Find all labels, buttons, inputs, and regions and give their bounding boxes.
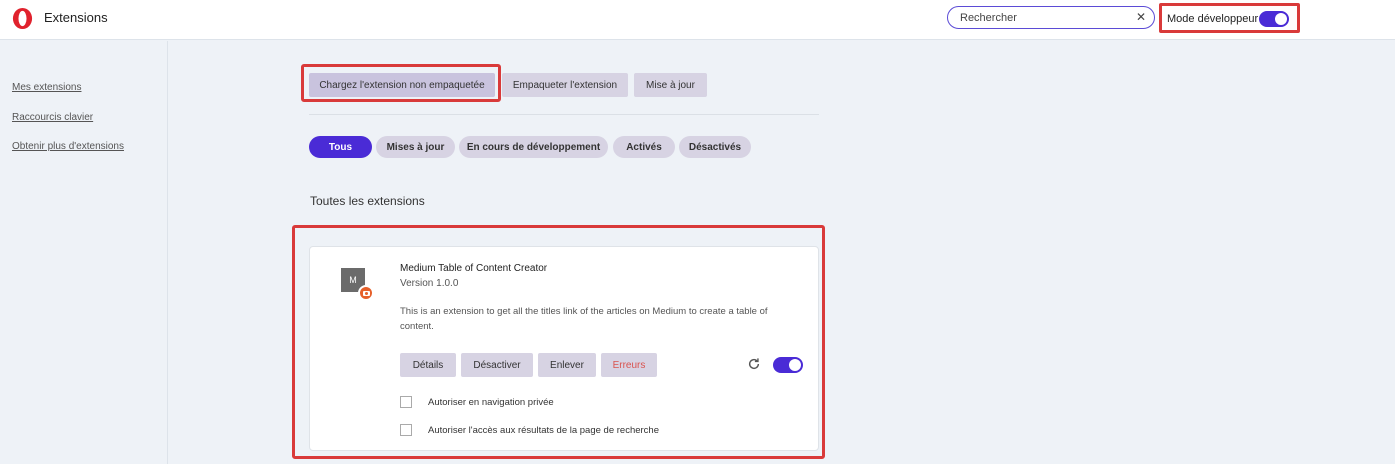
section-title: Toutes les extensions [310,194,425,208]
extension-name: Medium Table of Content Creator [400,263,548,274]
filter-all[interactable]: Tous [309,136,372,158]
update-button[interactable]: Mise à jour [634,73,707,97]
disable-button[interactable]: Désactiver [461,353,533,377]
extension-enabled-toggle[interactable] [773,357,803,373]
pack-extension-button[interactable]: Empaqueter l'extension [502,73,628,97]
filter-in-development[interactable]: En cours de développement [459,136,608,158]
errors-button[interactable]: Erreurs [601,353,657,377]
developer-mode-toggle[interactable] [1259,11,1289,27]
sidebar-item-get-more-extensions[interactable]: Obtenir plus d'extensions [12,141,124,152]
extension-version: Version 1.0.0 [400,278,459,289]
search-results-access-label: Autoriser l'accès aux résultats de la pa… [428,425,659,436]
private-browsing-checkbox[interactable] [400,396,412,408]
sidebar-item-my-extensions[interactable]: Mes extensions [12,82,81,93]
sidebar: Mes extensions Raccourcis clavier Obteni… [0,41,168,464]
extension-description: This is an extension to get all the titl… [400,306,768,332]
top-bar: Extensions ✕ Mode développeur [0,0,1395,40]
developer-mode-control: Mode développeur [1159,3,1300,33]
search-results-access-checkbox[interactable] [400,424,412,436]
remove-button[interactable]: Enlever [538,353,596,377]
developer-mode-label: Mode développeur [1167,13,1259,25]
details-button[interactable]: Détails [400,353,456,377]
extension-card: M Medium Table of Content Creator Versio… [309,246,819,451]
page-title: Extensions [44,10,108,25]
filter-disabled[interactable]: Désactivés [679,136,751,158]
sidebar-item-keyboard-shortcuts[interactable]: Raccourcis clavier [12,112,93,123]
filter-updates[interactable]: Mises à jour [376,136,455,158]
search-input[interactable] [960,9,1130,26]
search-box[interactable]: ✕ [947,6,1155,29]
close-icon[interactable]: ✕ [1136,10,1146,24]
filter-enabled[interactable]: Activés [613,136,675,158]
camera-icon [358,285,374,301]
opera-logo-icon [12,7,33,30]
refresh-icon[interactable] [747,357,761,371]
divider [309,114,819,115]
private-browsing-label: Autoriser en navigation privée [428,397,554,408]
load-unpacked-button[interactable]: Chargez l'extension non empaquetée [309,73,495,97]
